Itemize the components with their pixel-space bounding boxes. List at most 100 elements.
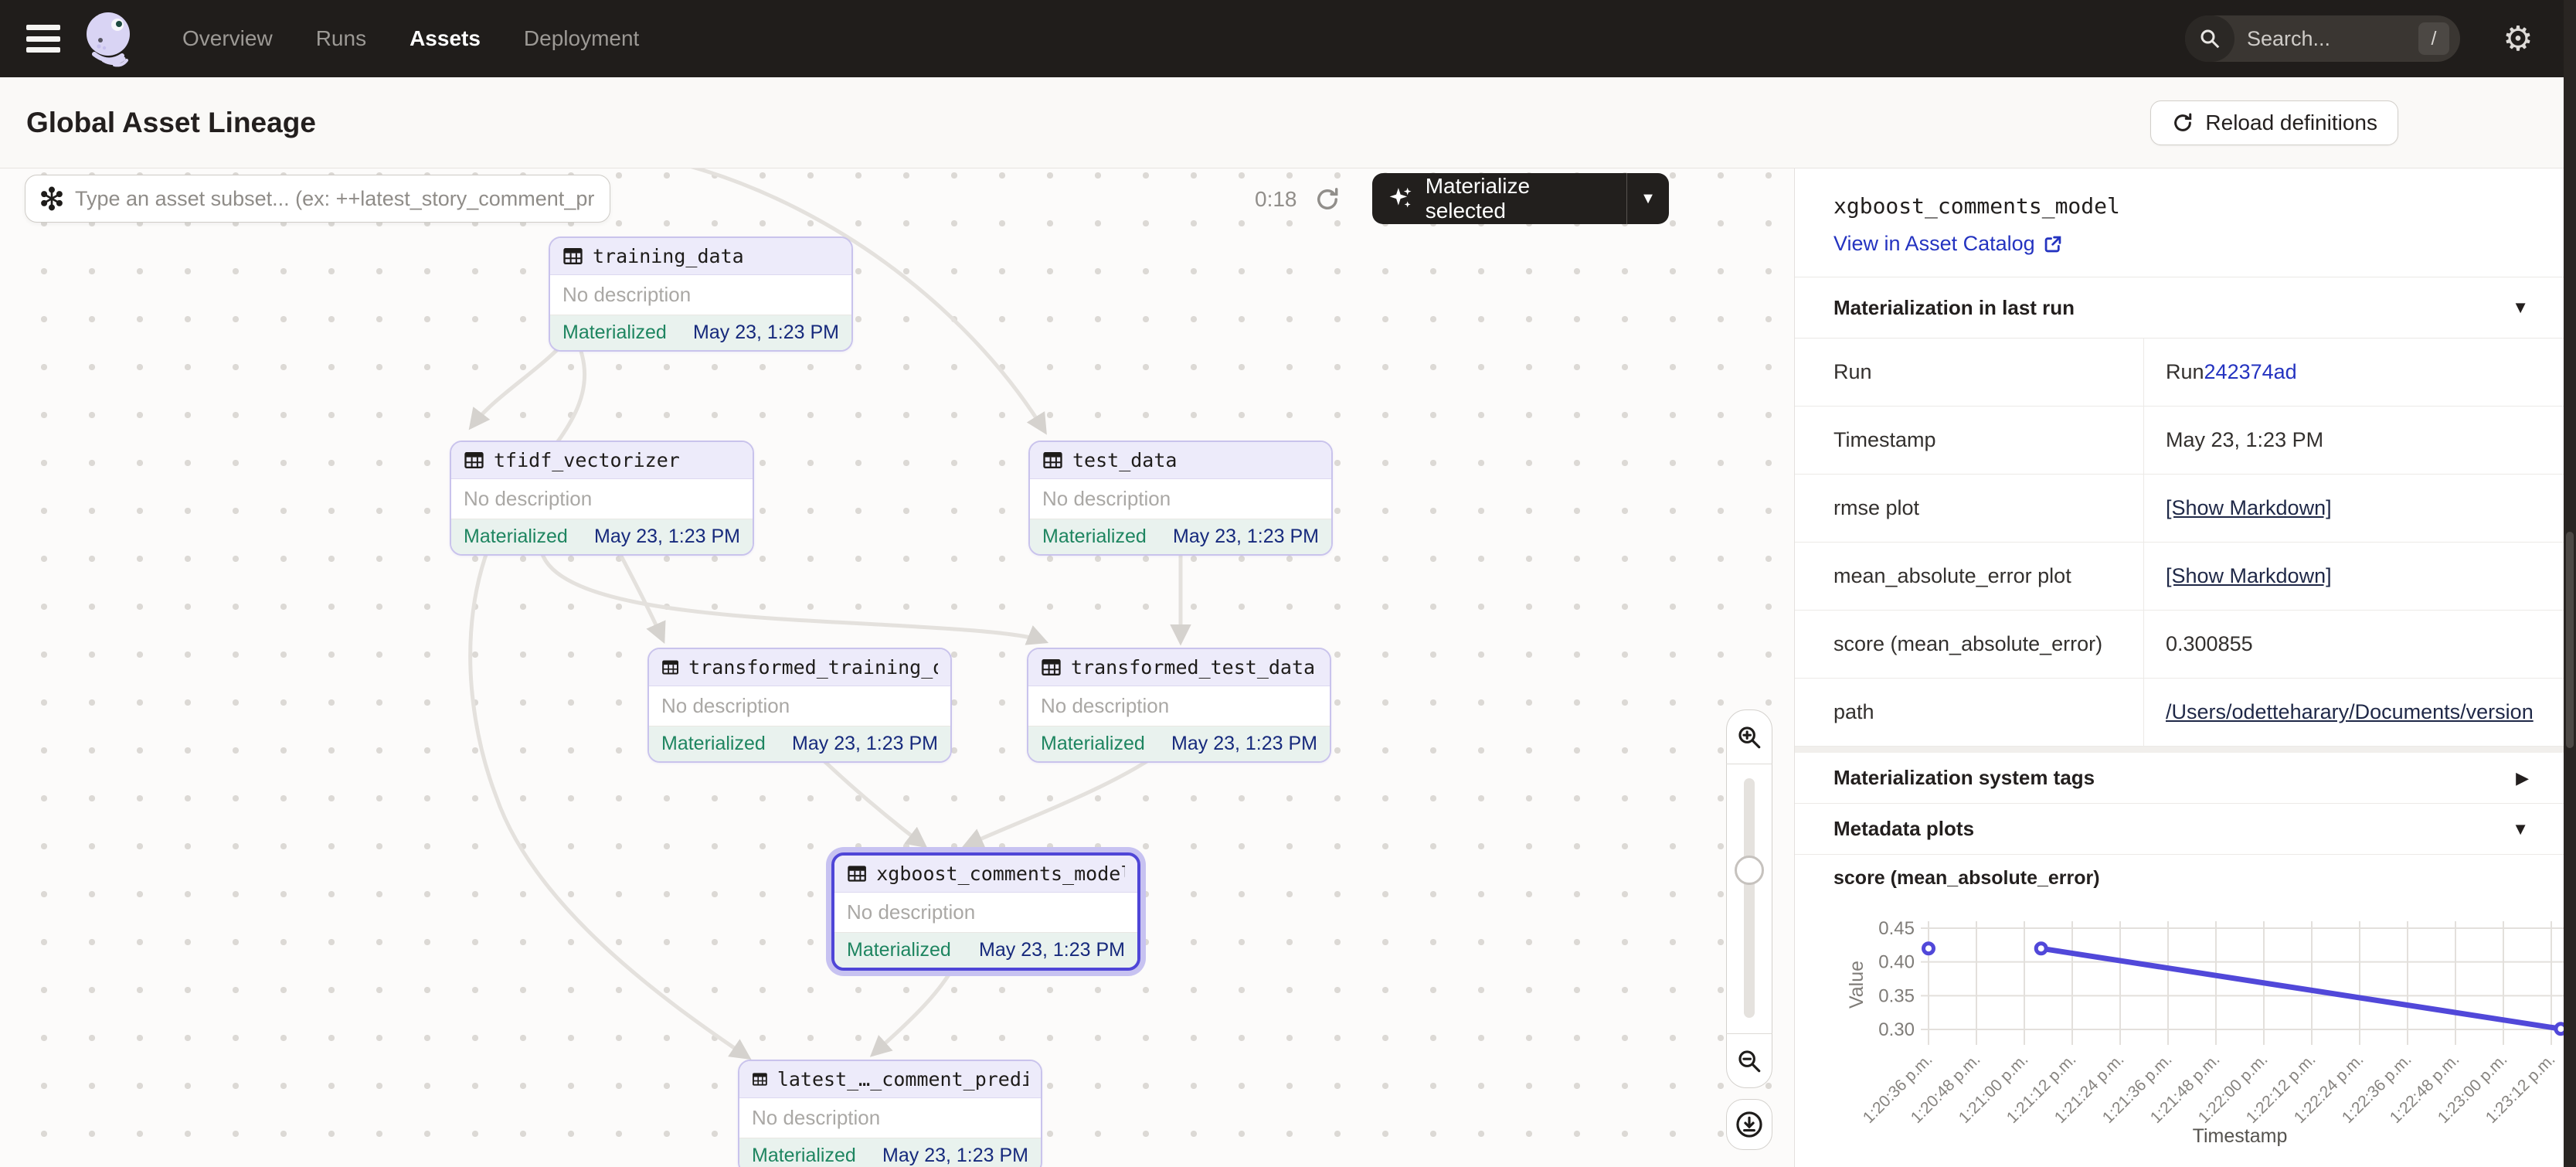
asset-description: No description [739, 1098, 1041, 1138]
section-materialization-in-last-run[interactable]: Materialization in last run ▼ [1795, 277, 2564, 339]
primary-nav: Overview Runs Assets Deployment [182, 26, 639, 51]
chevron-right-icon[interactable]: ▶ [2516, 768, 2529, 788]
table-row-score: score (mean_absolute_error) 0.300855 [1795, 611, 2564, 679]
materialize-dropdown-caret[interactable]: ▼ [1627, 190, 1669, 208]
svg-text:Timestamp: Timestamp [2193, 1125, 2288, 1147]
view-in-asset-catalog-link[interactable]: View in Asset Catalog [1833, 232, 2063, 256]
zoom-slider[interactable] [1726, 764, 1772, 1033]
op-selector-icon [39, 186, 64, 211]
svg-text:0.45: 0.45 [1878, 918, 1915, 939]
asset-description: No description [1030, 479, 1331, 519]
table-icon [1042, 450, 1063, 471]
asset-node-xgboost-comments-model[interactable]: xgboost_comments_model No description Ma… [831, 852, 1140, 971]
asset-details-sidebar: xgboost_comments_model View in Asset Cat… [1794, 168, 2564, 1167]
zoom-slider-track[interactable] [1744, 778, 1755, 1018]
nav-item-overview[interactable]: Overview [182, 26, 273, 51]
table-row-run: Run Run 242374ad [1795, 339, 2564, 407]
asset-node-latest-comment-predictions[interactable]: latest_…_comment_predictions No descript… [738, 1060, 1042, 1167]
asset-subset-filter-input[interactable]: Type an asset subset... (ex: ++latest_st… [25, 175, 610, 223]
search-icon [2185, 15, 2234, 62]
asset-status: Materialized [1041, 733, 1145, 755]
settings-gear-icon[interactable]: ⚙ [2491, 12, 2545, 66]
materialize-selected-button[interactable]: Materialize selected ▼ [1372, 173, 1669, 224]
section-metadata-plots[interactable]: Metadata plots ▼ [1795, 804, 2564, 855]
zoom-in-button[interactable] [1726, 710, 1772, 764]
table-row-timestamp: Timestamp May 23, 1:23 PM [1795, 407, 2564, 475]
table-icon [847, 863, 867, 884]
nav-item-deployment[interactable]: Deployment [524, 26, 639, 51]
dagster-global-asset-lineage: Overview Runs Assets Deployment Search..… [0, 0, 2576, 1167]
reload-definitions-button[interactable]: Reload definitions [2150, 100, 2398, 145]
table-icon [562, 246, 583, 267]
chevron-down-icon[interactable]: ▼ [2512, 819, 2529, 839]
search-placeholder: Search... [2247, 27, 2418, 51]
section-divider [1795, 747, 2564, 753]
asset-node-test-data[interactable]: test_data No description Materialized Ma… [1028, 441, 1333, 556]
dagster-logo[interactable] [83, 9, 136, 68]
table-icon [661, 657, 679, 678]
asset-name: test_data [1072, 449, 1177, 471]
show-markdown-link[interactable]: [Show Markdown] [2166, 564, 2332, 588]
nav-item-runs[interactable]: Runs [316, 26, 366, 51]
run-id-link[interactable]: 242374ad [2204, 360, 2297, 384]
asset-status: Materialized [847, 939, 951, 961]
asset-name: training_data [593, 245, 744, 267]
asset-status: Materialized [562, 322, 667, 344]
asset-node-training-data[interactable]: training_data No description Materialize… [549, 236, 853, 352]
refresh-icon[interactable] [1313, 185, 1341, 213]
asset-name: latest_…_comment_predictions [777, 1068, 1028, 1090]
asset-timestamp: May 23, 1:23 PM [693, 322, 839, 344]
page-header: Global Asset Lineage Reload definitions [0, 77, 2576, 168]
asset-name: transformed_training_data [688, 656, 938, 679]
window-edge-strip [2564, 168, 2576, 1167]
table-row-mae-plot: mean_absolute_error plot [Show Markdown] [1795, 543, 2564, 611]
asset-timestamp: May 23, 1:23 PM [1173, 526, 1319, 548]
asset-description: No description [1028, 686, 1330, 726]
table-icon [752, 1069, 768, 1090]
table-row-path: path /Users/odetteharary/Documents/versi… [1795, 679, 2564, 747]
asset-description: No description [451, 479, 753, 519]
page-title: Global Asset Lineage [26, 107, 316, 139]
window-edge-strip-top [2564, 0, 2576, 168]
metadata-table: Run Run 242374ad Timestamp May 23, 1:23 … [1795, 339, 2564, 747]
download-image-button[interactable] [1726, 1099, 1772, 1150]
svg-text:0.35: 0.35 [1878, 985, 1915, 1006]
asset-name: tfidf_vectorizer [494, 449, 680, 471]
metadata-plot-title: score (mean_absolute_error) [1833, 867, 2100, 890]
scrollbar-thumb[interactable] [2566, 532, 2574, 748]
search-shortcut-badge: / [2418, 22, 2449, 55]
show-markdown-link[interactable]: [Show Markdown] [2166, 496, 2332, 520]
asset-node-tfidf-vectorizer[interactable]: tfidf_vectorizer No description Material… [450, 441, 754, 556]
zoom-out-button[interactable] [1726, 1033, 1772, 1087]
asset-name: xgboost_comments_model [876, 862, 1125, 885]
score-line-chart: 0.450.400.350.30Value1:20:36 p.m.1:20:48… [1795, 893, 2564, 1167]
chevron-down-icon[interactable]: ▼ [2512, 298, 2529, 318]
section-materialization-system-tags[interactable]: Materialization system tags ▶ [1795, 753, 2564, 804]
asset-timestamp: May 23, 1:23 PM [792, 733, 938, 755]
global-search-input[interactable]: Search... / [2185, 15, 2460, 62]
asset-timestamp: May 23, 1:23 PM [594, 526, 740, 548]
sidebar-asset-title: xgboost_comments_model [1833, 193, 2120, 219]
asset-status: Materialized [1042, 526, 1147, 548]
asset-status: Materialized [464, 526, 568, 548]
top-nav: Overview Runs Assets Deployment Search..… [0, 0, 2576, 77]
hamburger-menu-icon[interactable] [26, 25, 60, 53]
asset-status: Materialized [752, 1145, 856, 1167]
asset-timestamp: May 23, 1:23 PM [979, 939, 1125, 961]
zoom-slider-handle[interactable] [1735, 856, 1764, 885]
filter-placeholder: Type an asset subset... (ex: ++latest_st… [75, 187, 610, 211]
svg-text:0.40: 0.40 [1878, 952, 1915, 973]
asset-description: No description [834, 893, 1137, 933]
asset-node-transformed-training-data[interactable]: transformed_training_data No description… [647, 648, 952, 763]
path-link[interactable]: /Users/odetteharary/Documents/version [2166, 700, 2534, 724]
svg-text:Value: Value [1846, 961, 1867, 1009]
refresh-timer: 0:18 [1255, 187, 1297, 212]
nav-item-assets[interactable]: Assets [410, 26, 481, 51]
zoom-controls [1726, 709, 1772, 1088]
asset-description: No description [649, 686, 950, 726]
asset-name: transformed_test_data [1071, 656, 1315, 679]
asset-node-transformed-test-data[interactable]: transformed_test_data No description Mat… [1027, 648, 1331, 763]
svg-text:0.30: 0.30 [1878, 1019, 1915, 1040]
external-link-icon [2043, 234, 2063, 254]
asset-lineage-graph[interactable]: training_data No description Materialize… [0, 168, 1794, 1167]
